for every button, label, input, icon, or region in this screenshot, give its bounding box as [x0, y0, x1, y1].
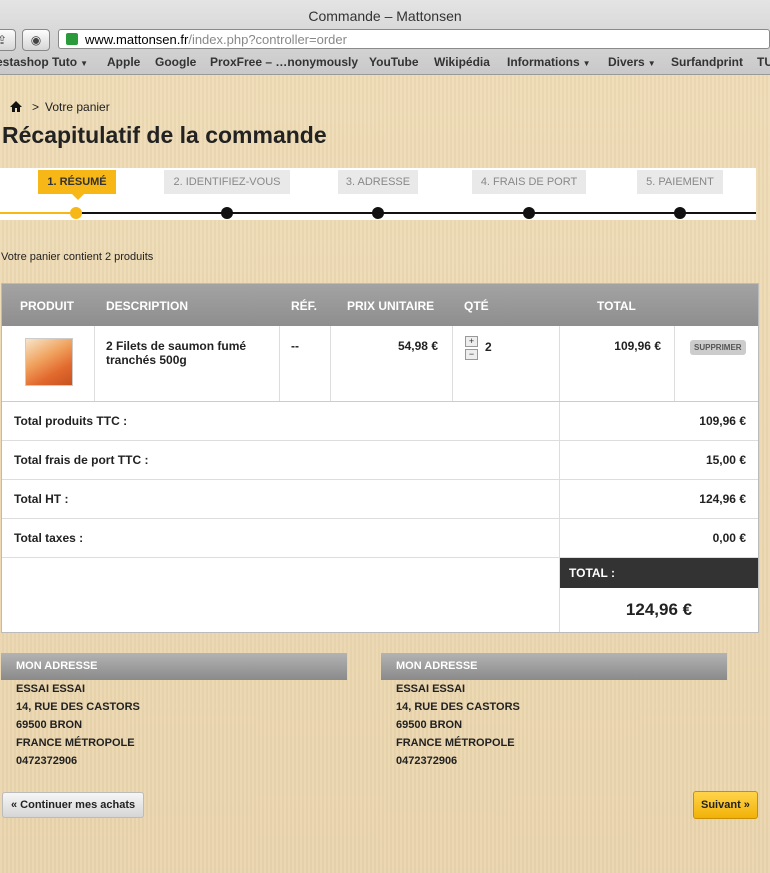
total-value: 0,00 €	[712, 531, 746, 545]
bookmark-item[interactable]: estashop Tuto ▼	[0, 55, 88, 69]
product-description[interactable]: 2 Filets de saumon fumé tranchés 500g	[106, 339, 256, 367]
total-taxes-row: Total taxes : 0,00 €	[2, 519, 758, 558]
cart-count: Votre panier contient 2 produits	[1, 251, 154, 263]
step-dot	[221, 207, 233, 219]
step-payment[interactable]: 5. PAIEMENT	[637, 170, 723, 194]
continue-shopping-button[interactable]: « Continuer mes achats	[2, 792, 145, 818]
total-label: Total HT :	[14, 492, 69, 506]
step-dot	[372, 207, 384, 219]
bookmark-item[interactable]: YouTube	[369, 55, 419, 69]
chevron-down-icon: ▼	[647, 59, 656, 68]
qty-minus-button[interactable]: −	[465, 349, 478, 360]
total-label: Total taxes :	[14, 531, 84, 545]
divider	[279, 326, 280, 401]
step-dot	[674, 207, 686, 219]
total-label: Total frais de port TTC :	[14, 453, 149, 467]
address-city: 69500 BRON	[16, 719, 83, 731]
url-domain: www.mattonsen.fr	[85, 32, 189, 47]
home-icon[interactable]	[10, 101, 22, 112]
address-city: 69500 BRON	[396, 719, 463, 731]
url-row: ⇪ ◉ www.mattonsen.fr/index.php?controlle…	[0, 28, 770, 51]
delete-button[interactable]: SUPPRIMER	[690, 340, 746, 355]
col-qty: QTÉ	[464, 299, 489, 313]
checkout-steps: 1. RÉSUMÉ 2. IDENTIFIEZ-VOUS 3. ADRESSE …	[0, 168, 756, 220]
breadcrumb-current: Votre panier	[45, 100, 110, 114]
divider	[559, 326, 560, 401]
product-ref: --	[291, 339, 299, 353]
quantity-stepper: + −	[465, 336, 478, 362]
address-street: 14, RUE DES CASTORS	[396, 701, 520, 713]
unit-price: 54,98 €	[397, 339, 438, 353]
bookmark-item[interactable]: ProxFree – …nonymously	[210, 55, 358, 69]
window-title: Commande – Mattonsen	[308, 8, 462, 24]
table-row: 2 Filets de saumon fumé tranchés 500g --…	[2, 326, 758, 402]
bookmark-item[interactable]: TU	[757, 55, 770, 69]
total-value: 15,00 €	[705, 453, 746, 467]
step-address[interactable]: 3. ADRESSE	[338, 170, 418, 194]
step-identify[interactable]: 2. IDENTIFIEZ-VOUS	[164, 170, 290, 194]
step-shipping[interactable]: 4. FRAIS DE PORT	[472, 170, 586, 194]
page-content: > Votre panier Récapitulatif de la comman…	[0, 75, 770, 873]
bookmark-item[interactable]: Divers ▼	[608, 55, 656, 69]
address-name: ESSAI ESSAI	[396, 683, 466, 695]
step-dot	[523, 207, 535, 219]
browser-chrome: Commande – Mattonsen ⇪ ◉ www.mattonsen.f…	[0, 0, 770, 75]
total-products-row: Total produits TTC : 109,96 €	[2, 402, 758, 441]
bookmark-item[interactable]: Surfandprint	[671, 55, 743, 69]
total-value: 124,96 €	[699, 492, 746, 506]
divider	[674, 326, 675, 401]
step-summary[interactable]: 1. RÉSUMÉ	[38, 170, 116, 200]
total-shipping-row: Total frais de port TTC : 15,00 €	[2, 441, 758, 480]
progress-line-active	[0, 212, 76, 214]
divider	[94, 326, 95, 401]
divider	[330, 326, 331, 401]
site-favicon-icon	[66, 33, 78, 45]
grand-total-value: 124,96 €	[625, 600, 693, 619]
bookmark-item[interactable]: Informations ▼	[507, 55, 591, 69]
quantity-value: 2	[485, 340, 492, 354]
url-text: www.mattonsen.fr/index.php?controller=or…	[85, 32, 347, 47]
grand-total-label: TOTAL :	[560, 558, 758, 588]
address-name: ESSAI ESSAI	[16, 683, 86, 695]
address-country: FRANCE MÉTROPOLE	[396, 737, 515, 749]
bookmark-item[interactable]: Wikipédia	[434, 55, 490, 69]
grand-total-row: TOTAL : 124,96 €	[2, 558, 758, 632]
col-total: TOTAL	[597, 299, 636, 313]
page-title: Récapitulatif de la commande	[2, 122, 327, 148]
col-ref: RÉF.	[291, 299, 318, 313]
line-total: 109,96 €	[614, 339, 661, 353]
qty-plus-button[interactable]: +	[465, 336, 478, 347]
chevron-down-icon: ▼	[582, 59, 591, 68]
next-button[interactable]: Suivant »	[693, 791, 758, 819]
total-label: Total produits TTC :	[14, 414, 128, 428]
address-bar[interactable]: www.mattonsen.fr/index.php?controller=or…	[58, 29, 770, 49]
breadcrumb-separator: >	[32, 100, 40, 114]
delivery-address: MON ADRESSE ESSAI ESSAI 14, RUE DES CAST…	[1, 653, 347, 770]
product-thumbnail[interactable]	[25, 338, 73, 386]
bookmark-item[interactable]: Google	[155, 55, 196, 69]
shield-icon[interactable]: ◉	[22, 29, 50, 51]
bookmarks-bar: estashop Tuto ▼ Apple Google ProxFree – ……	[0, 51, 770, 73]
table-header: PRODUIT DESCRIPTION RÉF. PRIX UNITAIRE Q…	[2, 284, 758, 326]
address-title: MON ADRESSE	[381, 653, 727, 680]
total-ht-row: Total HT : 124,96 €	[2, 480, 758, 519]
address-phone: 0472372906	[16, 755, 78, 767]
breadcrumb: > Votre panier	[10, 100, 110, 114]
chevron-down-icon: ▼	[80, 59, 89, 68]
share-icon[interactable]: ⇪	[0, 29, 16, 51]
col-description: DESCRIPTION	[106, 299, 189, 313]
address-phone: 0472372906	[396, 755, 458, 767]
col-product: PRODUIT	[20, 299, 74, 313]
cart-table: PRODUIT DESCRIPTION RÉF. PRIX UNITAIRE Q…	[1, 283, 759, 633]
invoice-address: MON ADRESSE ESSAI ESSAI 14, RUE DES CAST…	[381, 653, 727, 770]
address-street: 14, RUE DES CASTORS	[16, 701, 140, 713]
total-value: 109,96 €	[699, 414, 746, 428]
col-unit-price: PRIX UNITAIRE	[347, 299, 435, 313]
url-path: /index.php?controller=order	[188, 32, 347, 47]
address-country: FRANCE MÉTROPOLE	[16, 737, 135, 749]
bookmark-item[interactable]: Apple	[107, 55, 140, 69]
address-title: MON ADRESSE	[1, 653, 347, 680]
divider	[452, 326, 453, 401]
step-dot-active	[70, 207, 82, 219]
